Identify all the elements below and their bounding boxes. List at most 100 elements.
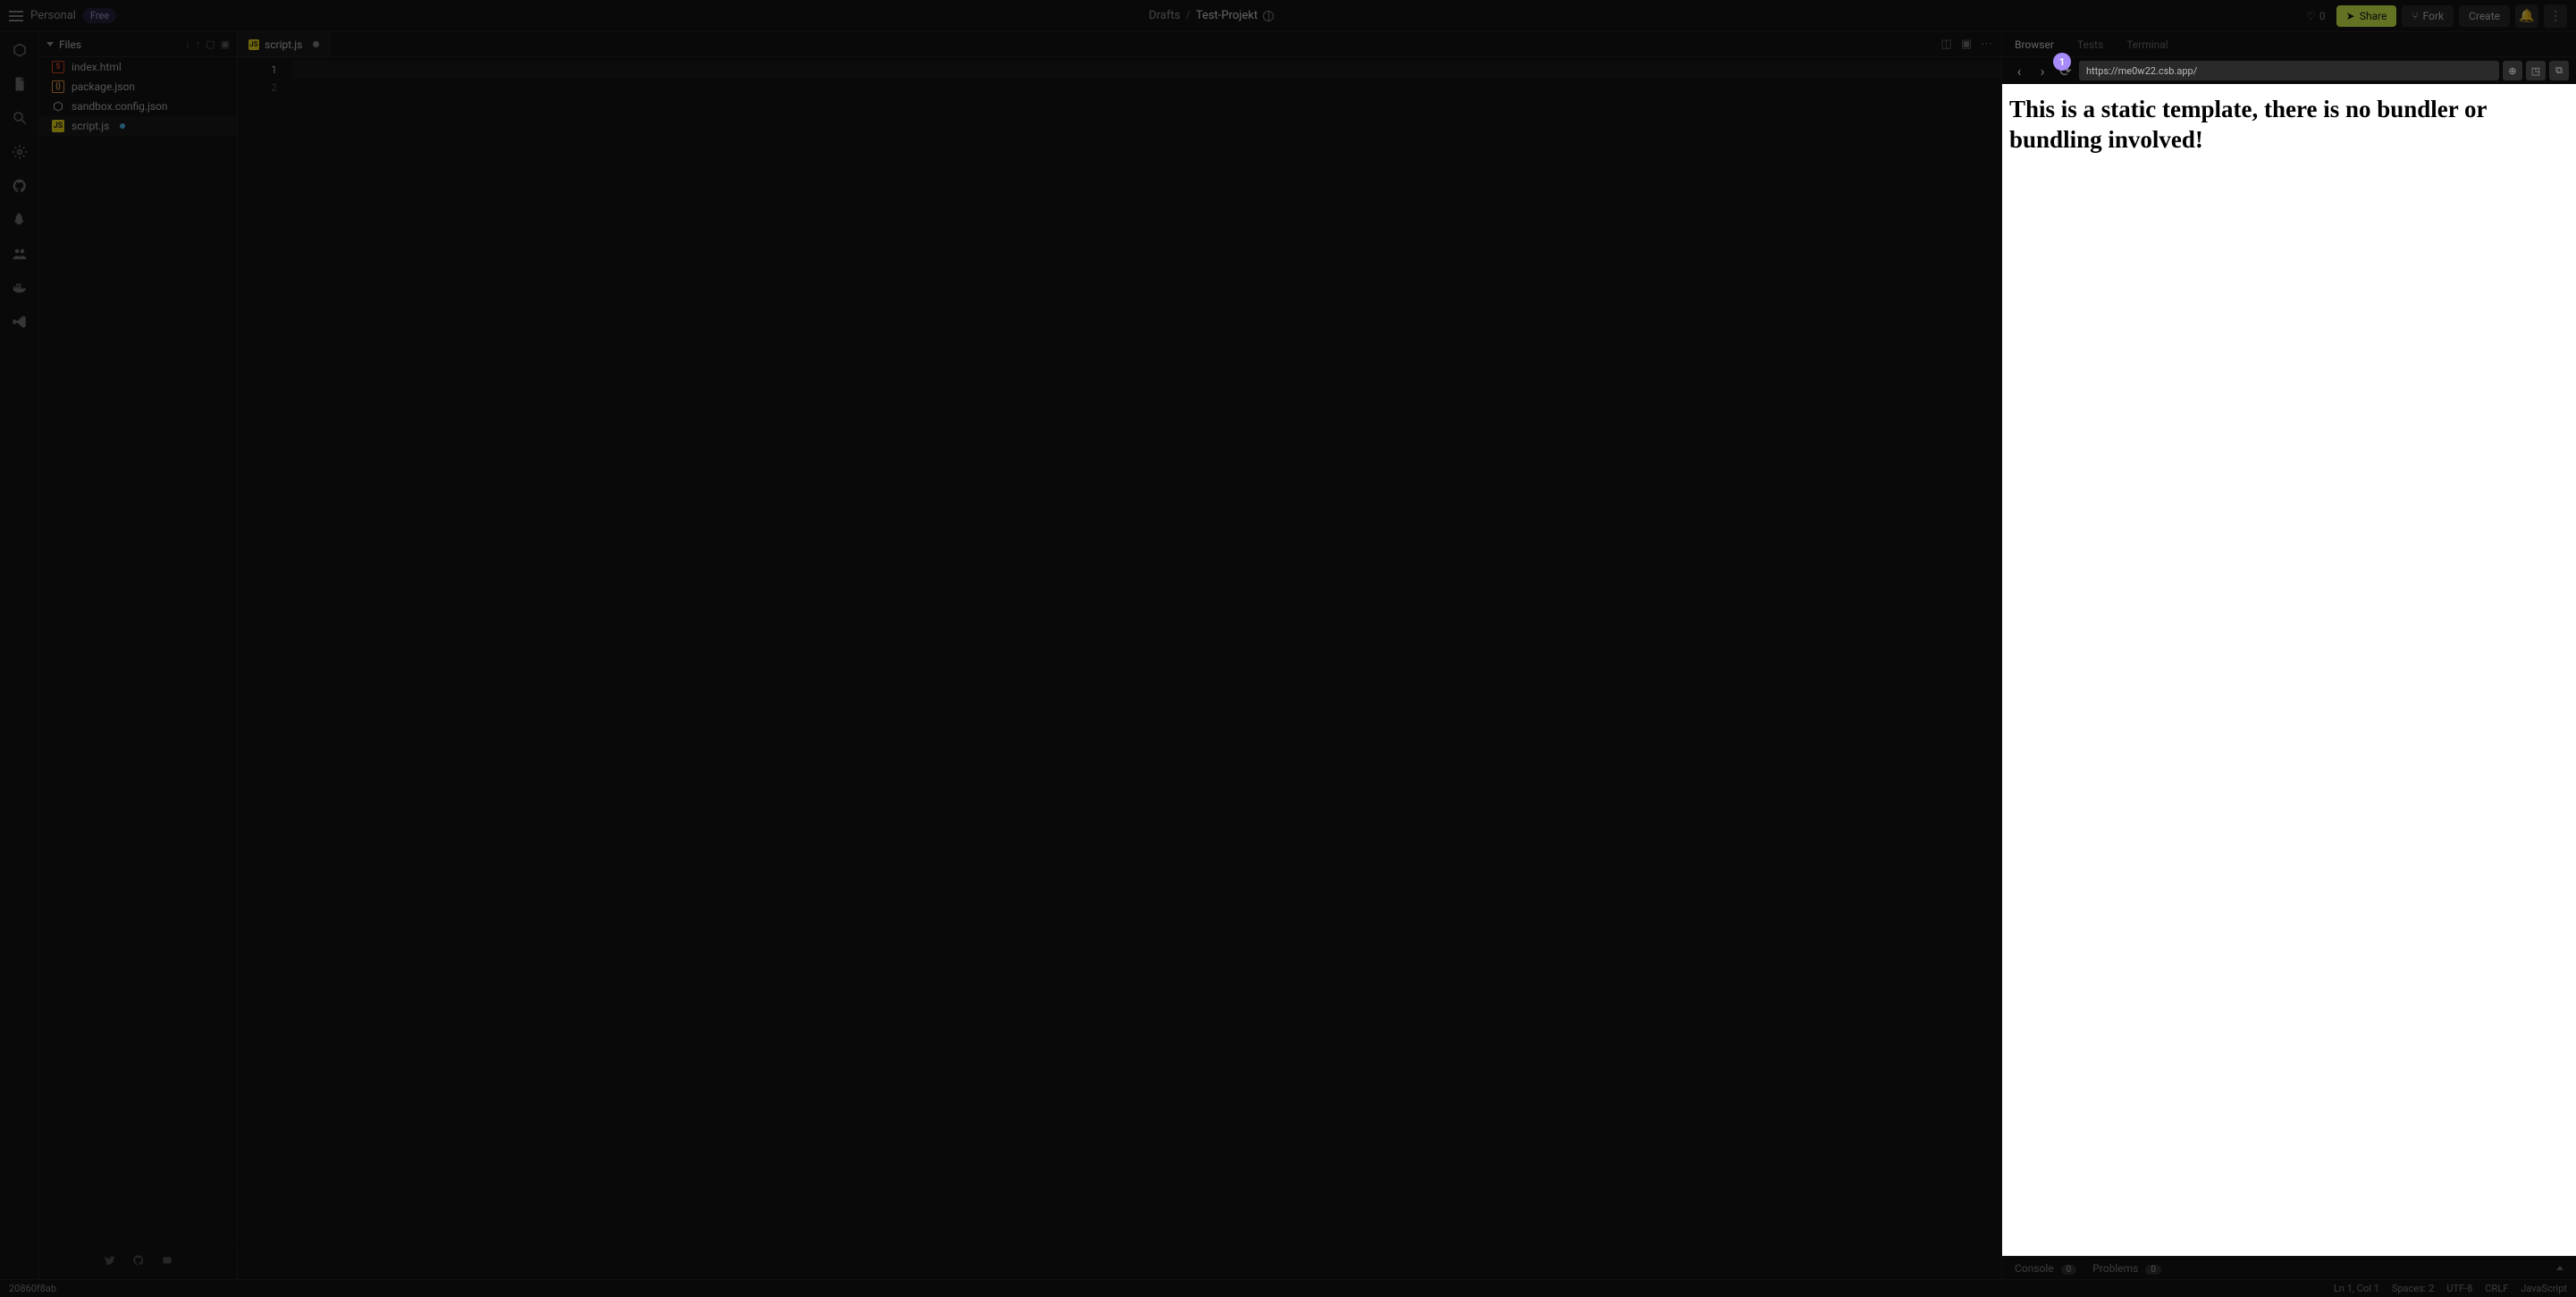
top-bar: Personal Free Drafts / Test-Projekt ♡ 0 …: [0, 0, 2576, 32]
share-label: Share: [2360, 10, 2387, 22]
problems-tab[interactable]: Problems 0: [2092, 1262, 2161, 1275]
bell-icon: 🔔: [2519, 9, 2534, 23]
preview-tab-tests[interactable]: Tests: [2077, 38, 2103, 51]
preview-url-input[interactable]: https://me0w22.csb.app/: [2079, 61, 2499, 80]
html-file-icon: 5: [52, 61, 64, 73]
files-header: Files ↓ ↑ ▢ ▣: [39, 32, 237, 57]
download-icon[interactable]: ↓: [185, 38, 190, 50]
preview-tab-browser[interactable]: Browser: [2015, 38, 2054, 51]
file-name: script.js: [72, 120, 109, 132]
file-item-package-json[interactable]: {} package.json: [39, 77, 237, 97]
docker-icon[interactable]: [11, 279, 29, 297]
file-name: index.html: [72, 61, 122, 73]
file-item-sandbox-config[interactable]: sandbox.config.json: [39, 97, 237, 116]
line-gutter: 1 2: [238, 57, 291, 1279]
gutter-line: 2: [238, 79, 277, 97]
js-file-icon: JS: [248, 39, 259, 50]
code-line: [291, 79, 2001, 97]
editor-tab-script-js[interactable]: JS script.js: [238, 32, 331, 56]
create-label: Create: [2469, 10, 2500, 22]
sidebar-footer: [39, 1243, 237, 1279]
preview-footer: Console 0 Problems 0: [2002, 1256, 2576, 1279]
deploy-icon[interactable]: [11, 211, 29, 229]
preview-address-bar: ‹ › 1 ⟳ https://me0w22.csb.app/ ⊕ ◳ ⧉: [2002, 57, 2576, 84]
globe-icon[interactable]: [1263, 11, 1274, 21]
console-count: 0: [2061, 1265, 2077, 1275]
chevron-up-icon[interactable]: [2556, 1266, 2563, 1270]
editor-pane: JS script.js ◫ ▣ ⋯ 1 2: [238, 32, 2001, 1279]
workspace-name[interactable]: Personal: [30, 9, 76, 22]
search-icon[interactable]: [11, 109, 29, 127]
editor-tabs: JS script.js ◫ ▣ ⋯: [238, 32, 2001, 57]
status-spaces[interactable]: Spaces: 2: [2392, 1283, 2435, 1294]
status-eol[interactable]: CRLF: [2485, 1283, 2508, 1294]
breadcrumb-project[interactable]: Test-Projekt: [1196, 9, 1258, 22]
status-sha[interactable]: 20860f8ab: [9, 1283, 56, 1294]
preview-frame[interactable]: This is a static template, there is no b…: [2002, 84, 2576, 1256]
likes-counter[interactable]: ♡ 0: [2306, 10, 2326, 22]
preview-tab-terminal[interactable]: Terminal: [2126, 38, 2168, 51]
breadcrumb-drafts[interactable]: Drafts: [1149, 9, 1180, 22]
preview-new-window-icon[interactable]: ◳: [2526, 61, 2546, 80]
github-footer-icon[interactable]: [132, 1253, 145, 1270]
file-list: 5 index.html {} package.json sandbox.con…: [39, 57, 237, 1243]
explorer-icon[interactable]: [11, 75, 29, 93]
likes-count: 0: [2319, 10, 2326, 22]
problems-count: 0: [2145, 1265, 2161, 1275]
nav-back-icon[interactable]: ‹: [2009, 61, 2029, 80]
editor-body[interactable]: 1 2: [238, 57, 2001, 1279]
share-button[interactable]: ➤ Share: [2336, 5, 2397, 27]
live-icon[interactable]: [11, 245, 29, 263]
heart-icon: ♡: [2306, 10, 2316, 22]
status-bar: 20860f8ab Ln 1, Col 1 Spaces: 2 UTF-8 CR…: [0, 1279, 2576, 1297]
console-tab[interactable]: Console 0: [2015, 1262, 2076, 1275]
discord-icon[interactable]: [161, 1253, 173, 1270]
gutter-line: 1: [238, 61, 277, 79]
settings-icon[interactable]: [11, 143, 29, 161]
file-item-index-html[interactable]: 5 index.html: [39, 57, 237, 77]
more-button[interactable]: ⋮: [2544, 4, 2567, 28]
files-title: Files: [59, 38, 81, 51]
upload-icon[interactable]: ↑: [196, 38, 201, 50]
twitter-icon[interactable]: [104, 1253, 116, 1270]
preview-tabs: Browser Tests Terminal: [2002, 32, 2576, 57]
sandbox-icon[interactable]: [11, 41, 29, 59]
preview-heading: This is a static template, there is no b…: [2002, 84, 2576, 166]
file-item-script-js[interactable]: JS script.js: [39, 116, 237, 136]
activity-bar: [0, 32, 39, 1279]
preview-pane: Browser Tests Terminal ‹ › 1 ⟳ https://m…: [2001, 32, 2576, 1279]
fork-icon: ⑂: [2412, 10, 2418, 22]
more-tabs-icon[interactable]: ⋯: [1981, 38, 1992, 51]
json-file-icon: {}: [52, 80, 64, 93]
menu-icon[interactable]: [9, 11, 23, 21]
split-editor-icon[interactable]: ◫: [1940, 38, 1951, 51]
status-line-col[interactable]: Ln 1, Col 1: [2334, 1283, 2379, 1294]
js-file-icon: JS: [52, 120, 64, 132]
fork-button[interactable]: ⑂ Fork: [2402, 5, 2454, 27]
unsaved-dot-icon[interactable]: [313, 41, 319, 47]
new-file-icon[interactable]: ▢: [206, 38, 215, 50]
new-folder-icon[interactable]: ▣: [221, 38, 230, 50]
notifications-button[interactable]: 🔔: [2515, 4, 2538, 28]
share-icon: ➤: [2346, 10, 2355, 22]
reload-icon[interactable]: 1 ⟳: [2056, 61, 2075, 80]
status-encoding[interactable]: UTF-8: [2446, 1283, 2472, 1294]
problems-label: Problems: [2092, 1262, 2138, 1275]
file-sidebar: Files ↓ ↑ ▢ ▣ 5 index.html {} package.js…: [39, 32, 238, 1279]
create-button[interactable]: Create: [2459, 5, 2510, 27]
nav-forward-icon[interactable]: ›: [2033, 61, 2052, 80]
toggle-preview-icon[interactable]: ▣: [1961, 38, 1972, 51]
github-icon[interactable]: [11, 177, 29, 195]
preview-tools-icon[interactable]: ⊕: [2503, 61, 2522, 80]
chevron-down-icon[interactable]: [46, 42, 54, 46]
file-name: package.json: [72, 80, 135, 93]
fork-label: Fork: [2423, 10, 2445, 22]
breadcrumb-sep: /: [1185, 9, 1190, 22]
vscode-icon[interactable]: [11, 313, 29, 331]
preview-url-text: https://me0w22.csb.app/: [2086, 65, 2197, 77]
status-lang[interactable]: JavaScript: [2521, 1283, 2567, 1294]
preview-popout-icon[interactable]: ⧉: [2549, 61, 2569, 80]
code-area[interactable]: [291, 57, 2001, 1279]
console-label: Console: [2015, 1262, 2054, 1275]
code-line: [291, 61, 2001, 79]
